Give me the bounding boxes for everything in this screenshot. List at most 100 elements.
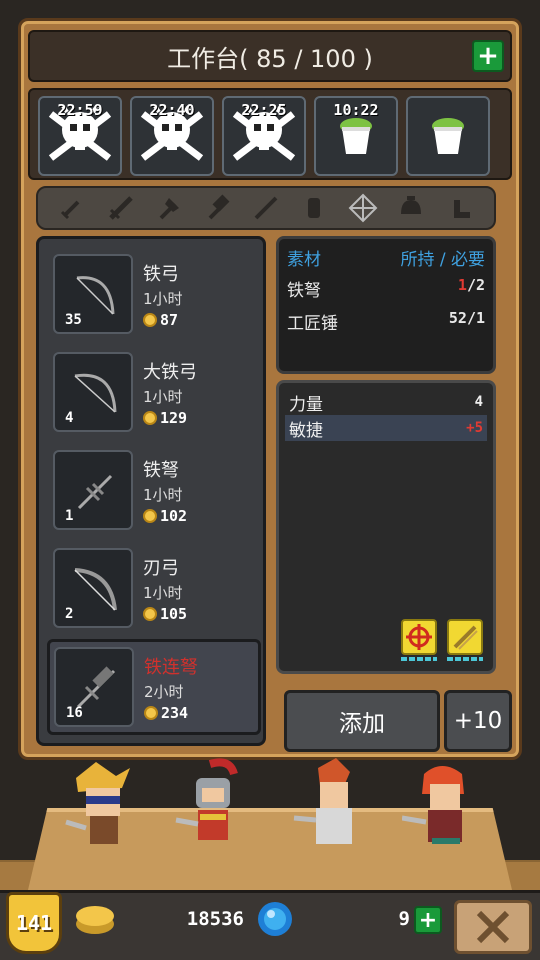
stat-value: 4 [474,394,483,410]
skill-progress [447,657,483,661]
stat-row: 力量 4 [285,389,487,415]
gold-coin-icon [143,508,157,523]
skill-slot[interactable] [401,619,437,663]
category-filter-bar [36,186,496,230]
gem-icon [256,900,294,938]
bow-icon[interactable] [345,190,381,226]
material-have: 52 [448,309,467,327]
material-row: 铁弩 1/2 [287,276,485,301]
recipe-count: 16 [66,705,83,721]
stat-name: 力量 [289,394,323,415]
recipe-time: 1小时 [143,289,183,308]
materials-header: 素材 [287,250,321,270]
spear-icon[interactable] [248,190,284,226]
recipe-item[interactable]: 1 铁弩 1小时 102 [53,447,263,533]
queue-slot[interactable]: 22:25 [222,96,306,176]
blade-bow-icon: 2 [53,548,133,628]
recipe-count: 4 [65,410,74,426]
queue-time: 22:40 [149,101,195,119]
materials-panel: 素材 所持 / 必要 铁弩 1/2 工匠锤 52/1 [276,236,496,374]
close-button[interactable] [454,900,532,954]
close-icon [476,910,510,944]
stat-row: 敏捷 +5 [285,415,487,441]
expand-capacity-button[interactable]: + [472,40,504,72]
page-title: 工作台( 85 / 100 ) [167,44,373,73]
dagger-icon[interactable] [54,190,90,226]
recipe-count: 35 [65,312,82,328]
queue-time: 22:25 [241,101,287,119]
recipe-cost: 102 [160,506,188,525]
material-need: /2 [466,276,485,294]
recipe-item[interactable]: 35 铁弓 1小时 87 [53,251,263,337]
crosshair-skill-icon [401,619,437,655]
plus-icon: + [418,907,438,933]
recipe-name: 大铁弓 [143,361,197,383]
green-pot-icon [426,114,470,158]
gold-coin-icon [144,705,158,720]
recipe-time: 1小时 [143,387,183,406]
repeating-crossbow-icon: 16 [54,647,134,727]
hero-character[interactable] [170,758,260,854]
hero-character[interactable] [401,758,492,854]
craft-queue: 22:59 22:40 22:25 10:22 [28,88,512,180]
queue-slot[interactable]: 10:22 [314,96,398,176]
recipe-item-selected[interactable]: 16 铁连弩 2小时 234 [47,639,261,735]
recipe-name: 铁连弩 [144,656,198,678]
helmet-icon[interactable] [393,190,429,226]
hero-character[interactable] [290,758,380,854]
skill-progress [401,657,437,661]
gold-icon [74,902,116,936]
buy-gems-button[interactable]: + [414,906,442,934]
recipe-count: 1 [65,508,74,524]
green-pot-icon [334,114,378,158]
axe-icon[interactable] [151,190,187,226]
skill-slot[interactable] [447,619,483,663]
material-have: 1 [457,276,467,294]
gold-coin-icon [143,606,157,621]
recipe-cost: 105 [160,604,188,623]
recipe-time: 1小时 [143,485,183,504]
recipe-count: 2 [65,606,74,622]
gold-coin-icon [143,312,157,327]
recipe-item[interactable]: 4 大铁弓 1小时 129 [53,349,263,435]
recipe-time: 1小时 [143,583,183,602]
recipe-name: 刃弓 [143,557,179,579]
material-name: 工匠锤 [287,314,338,334]
stats-panel: 力量 4 敏捷 +5 [276,380,496,674]
material-need: /1 [466,309,485,327]
arrow-skill-icon [447,619,483,655]
material-name: 铁弩 [287,281,321,301]
recipe-cost: 87 [160,310,179,329]
shield-icon[interactable] [296,190,332,226]
stat-name: 敏捷 [289,420,323,441]
level-badge[interactable]: 141 [6,892,62,954]
owned-required-header: 所持 / 必要 [400,250,485,270]
gem-amount: 9 [398,908,410,930]
add-button[interactable]: 添加 [284,690,440,752]
queue-time: 22:59 [57,101,103,119]
title-bar: 工作台( 85 / 100 ) + [28,30,512,82]
recipe-list: 35 铁弓 1小时 87 4 大铁弓 1小时 129 1 铁弩 1小时 102 [36,236,266,746]
recipe-name: 铁弓 [143,263,179,285]
crossbow-icon: 1 [53,450,133,530]
hammer-icon[interactable] [200,190,236,226]
recipe-cost: 129 [160,408,188,427]
add-ten-button[interactable]: +10 [444,690,512,752]
gold-coin-icon [143,410,157,425]
recipe-name: 铁弩 [143,459,179,481]
recipe-item[interactable]: 2 刃弓 1小时 105 [53,545,263,631]
queue-time: 10:22 [333,101,379,119]
recipe-time: 2小时 [144,682,184,701]
queue-slot[interactable]: 22:59 [38,96,122,176]
queue-slot[interactable] [406,96,490,176]
hero-character[interactable] [56,758,146,854]
queue-slot[interactable]: 22:40 [130,96,214,176]
bow-icon: 4 [53,352,133,432]
stat-value: +5 [466,420,483,436]
bow-icon: 35 [53,254,133,334]
material-row: 工匠锤 52/1 [287,309,485,334]
boot-icon[interactable] [442,190,478,226]
plus-icon: + [477,41,499,71]
gold-amount: 18536 [186,908,244,930]
sword-icon[interactable] [103,190,139,226]
